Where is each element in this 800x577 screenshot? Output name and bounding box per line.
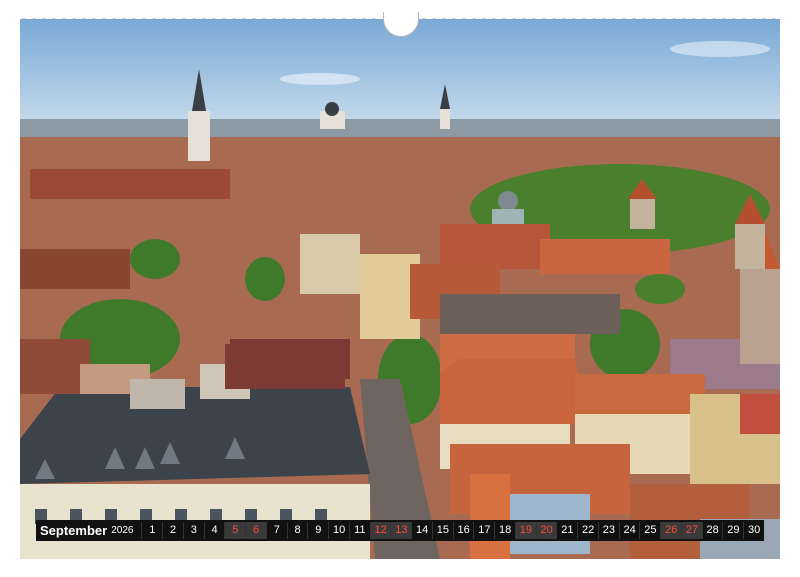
calendar-day: 17 bbox=[473, 522, 494, 539]
calendar-year: 2026 bbox=[111, 525, 134, 536]
calendar-day: 14 bbox=[411, 522, 432, 539]
slate-roof bbox=[20, 387, 370, 484]
calendar-day: 7 bbox=[265, 522, 287, 539]
calendar-day: 27 bbox=[680, 522, 702, 539]
calendar-day: 19 bbox=[514, 522, 536, 539]
calendar-day: 8 bbox=[286, 522, 308, 539]
calendar-day: 4 bbox=[203, 522, 225, 539]
calendar-day: 22 bbox=[577, 522, 598, 539]
calendar-day: 10 bbox=[328, 522, 349, 539]
calendar-day: 15 bbox=[431, 522, 453, 539]
calendar-day: 23 bbox=[597, 522, 619, 539]
calendar-day: 30 bbox=[743, 522, 764, 539]
city-photo bbox=[20, 19, 780, 559]
calendar-day: 12 bbox=[369, 522, 391, 539]
calendar-day: 5 bbox=[224, 522, 246, 539]
calendar-day: 9 bbox=[307, 522, 328, 539]
calendar-day: 18 bbox=[494, 522, 515, 539]
calendar-day: 20 bbox=[535, 522, 557, 539]
calendar-day: 21 bbox=[556, 522, 577, 539]
calendar-day: 28 bbox=[701, 522, 723, 539]
calendar-day: 1 bbox=[141, 522, 162, 539]
calendar-day: 3 bbox=[182, 522, 204, 539]
calendar-days: 1 2 3 4 5 6 7 8 9 10 11 12 13 14 15 16 17 18 19 20 21 22 23 24 2… bbox=[141, 520, 764, 541]
calendar-day: 25 bbox=[639, 522, 660, 539]
calendar-day: 26 bbox=[660, 522, 681, 539]
calendar-day: 2 bbox=[162, 522, 183, 539]
calendar-day: 11 bbox=[348, 522, 370, 539]
calendar-day: 6 bbox=[245, 522, 266, 539]
calendar-day: 16 bbox=[452, 522, 474, 539]
calendar-month: September bbox=[40, 523, 108, 538]
calendar-day: 29 bbox=[722, 522, 743, 539]
calendar-day: 13 bbox=[390, 522, 412, 539]
calendar-strip: September 2026 1 2 3 4 5 6 7 8 9 10 11 12 13 14 15 16 17… bbox=[36, 520, 764, 541]
calendar-day: 24 bbox=[618, 522, 640, 539]
